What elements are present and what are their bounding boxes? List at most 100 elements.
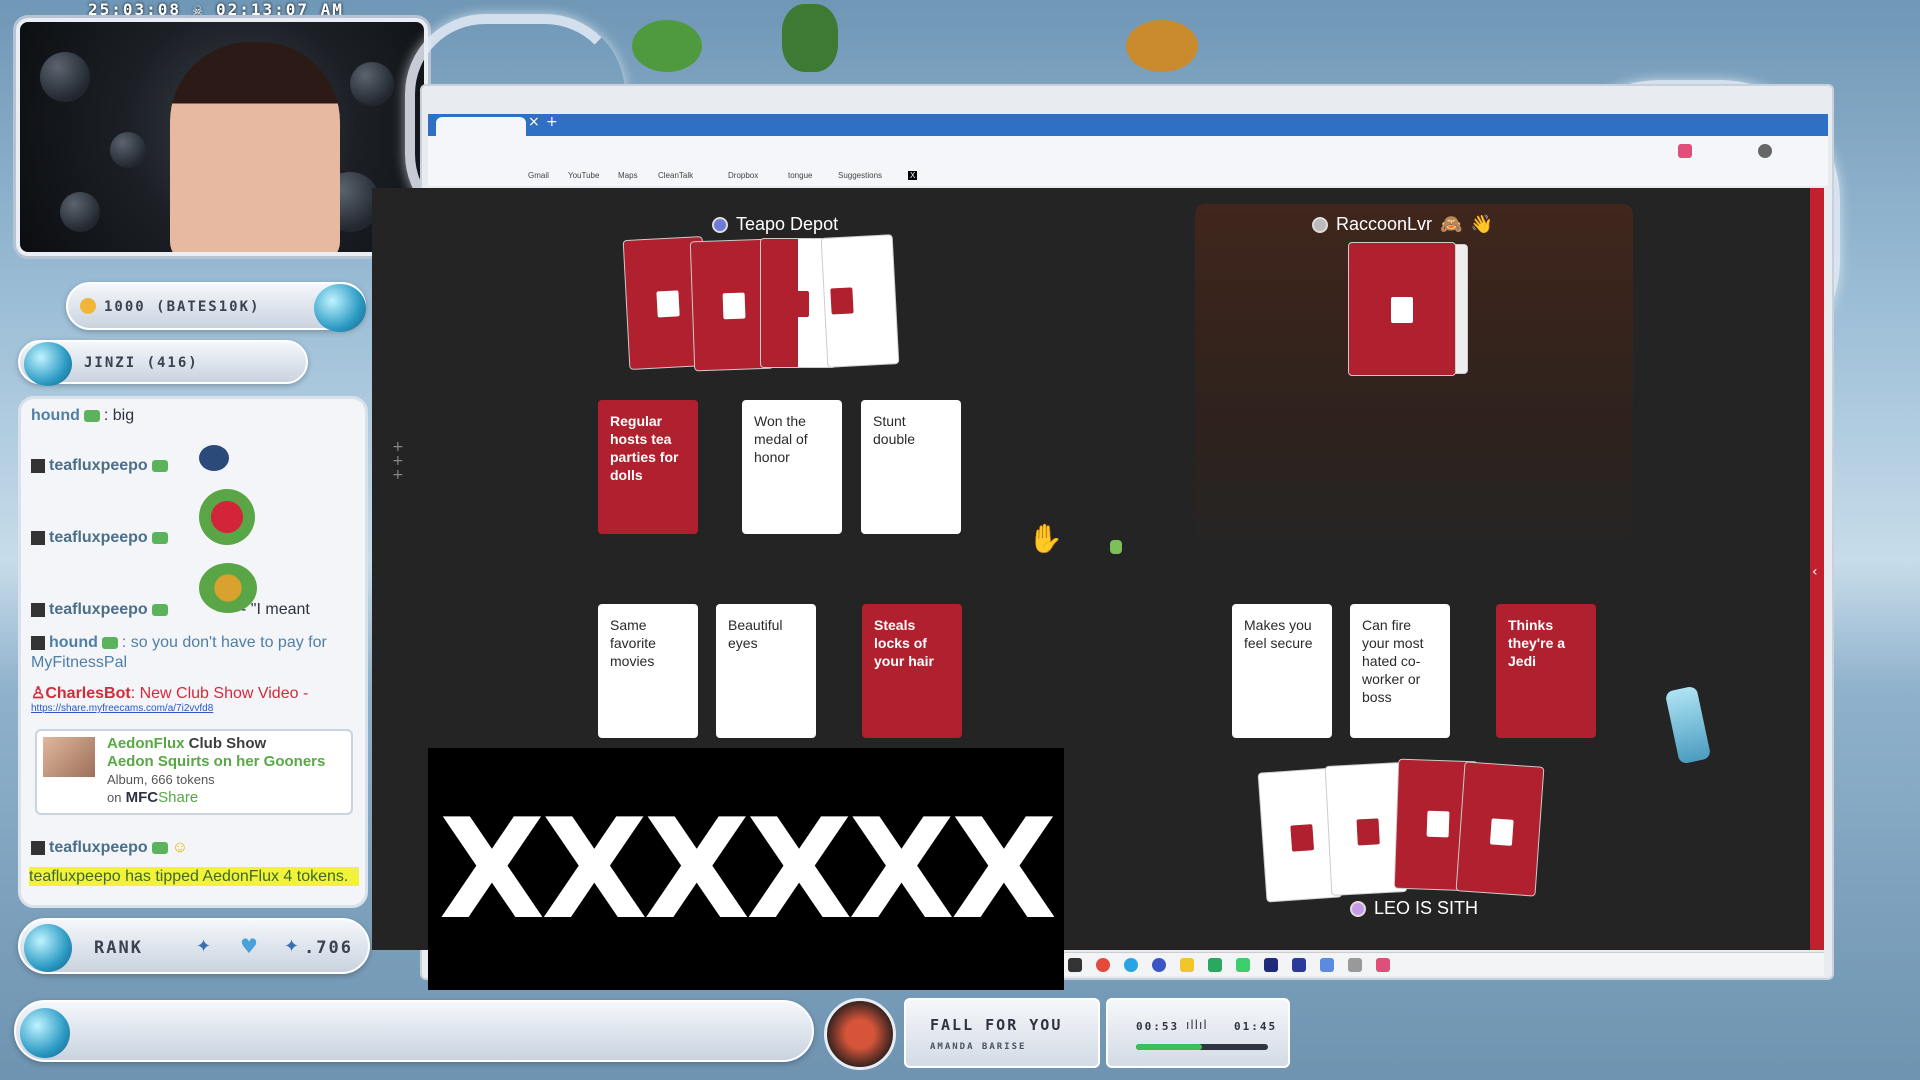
- obs-icon[interactable]: [1152, 958, 1166, 972]
- bookmark-suggestions[interactable]: Suggestions: [838, 171, 882, 180]
- hand-cursor-icon: ✋: [1028, 522, 1063, 555]
- badge-icon: [151, 841, 168, 854]
- spotify-icon[interactable]: [1208, 958, 1222, 972]
- avatar-icon: [31, 840, 45, 855]
- new-tab-icon[interactable]: +: [546, 114, 558, 130]
- playback-panel: 00:53 ıllıl 01:45: [1106, 998, 1290, 1068]
- answer-card[interactable]: Makes you feel secure: [1232, 604, 1332, 738]
- answer-card[interactable]: Won the medal of honor: [742, 400, 842, 534]
- equalizer-icon: ıllıl: [1186, 1018, 1208, 1032]
- answer-card[interactable]: Steals locks of your hair: [862, 604, 962, 738]
- app-icon[interactable]: [1180, 958, 1194, 972]
- hand-card: [820, 234, 900, 368]
- bookmark-dropbox[interactable]: Dropbox: [728, 171, 758, 180]
- badge-icon: [83, 409, 100, 422]
- bookmark-cleantalk[interactable]: CleanTalk: [658, 171, 693, 180]
- bottom-ticker-bar: [14, 1000, 814, 1062]
- frog-police-emote-icon: [782, 4, 838, 72]
- gem-icon: [314, 284, 366, 332]
- bookmark-gmail[interactable]: Gmail: [528, 171, 549, 180]
- club-show-label: Club Show: [188, 735, 267, 752]
- app-icon[interactable]: [1236, 958, 1250, 972]
- webcam-feed: [16, 18, 428, 256]
- chat-panel: hound: big teafluxpeepo teafluxpeepo tea…: [18, 396, 368, 908]
- bot-icon: ♙: [31, 685, 46, 702]
- bookmark-maps[interactable]: Maps: [618, 171, 638, 180]
- chevron-left-icon[interactable]: ‹: [1812, 564, 1818, 580]
- skype-icon[interactable]: [1124, 958, 1138, 972]
- chat-message: teafluxpeepo ☺: [31, 839, 188, 857]
- chat-message: teafluxpeepo: [31, 457, 172, 475]
- player-status-dot: [1312, 216, 1328, 233]
- answer-card[interactable]: Beautiful eyes: [716, 604, 816, 738]
- heart-frog-emote-icon: [199, 489, 255, 545]
- song-artist: AMANDA BARISE: [930, 1042, 1027, 1052]
- answer-card[interactable]: Stunt double: [861, 400, 961, 534]
- chrome-icon[interactable]: [1096, 958, 1110, 972]
- answer-card[interactable]: Thinks they're a Jedi: [1496, 604, 1596, 738]
- chat-message: ♙CharlesBot: New Club Show Video -: [31, 685, 309, 702]
- wave-emoji-icon: 👋: [1470, 214, 1493, 234]
- chat-link[interactable]: https://share.myfreecams.com/a/7i2vvfd8: [31, 703, 213, 714]
- hand-card: [1455, 761, 1545, 897]
- emote-icon: [199, 445, 229, 471]
- badge-icon: [151, 459, 168, 472]
- mfc-logo-text: MFC: [125, 789, 159, 806]
- stream-timestamp: 25:03:08 ☠ 02:13:07 AM: [88, 0, 344, 19]
- badge-icon: [151, 531, 168, 544]
- player-cursor-icon: [1110, 540, 1122, 554]
- media-encoder-icon[interactable]: [1292, 958, 1306, 972]
- coin-icon: [80, 298, 96, 314]
- streamer-silhouette: [170, 42, 340, 252]
- app-icon[interactable]: [1376, 958, 1390, 972]
- crown-frog-emote-icon: [199, 563, 257, 613]
- heart-icon: ♥: [240, 934, 258, 958]
- answer-card[interactable]: Same favorite movies: [598, 604, 698, 738]
- answer-card[interactable]: Regular hosts tea parties for dolls: [598, 400, 698, 534]
- sparkle-icon: ✦: [196, 936, 212, 957]
- avatar-icon: [31, 602, 45, 617]
- chat-message: teafluxpeepo: [31, 529, 172, 547]
- premiere-icon[interactable]: [1264, 958, 1278, 972]
- answer-card[interactable]: Can fire your most hated co-worker or bo…: [1350, 604, 1450, 738]
- rank-value: .706: [304, 938, 353, 958]
- progress-track[interactable]: [1136, 1044, 1268, 1050]
- club-show-user: AedonFlux: [107, 735, 185, 752]
- hand-card: [1348, 242, 1456, 376]
- os-taskbar: [1064, 952, 1824, 976]
- profile-avatar[interactable]: [1758, 144, 1772, 158]
- expand-icon[interactable]: + + +: [392, 440, 404, 482]
- total-time: 01:45: [1234, 1020, 1278, 1033]
- browser-tab-bar: × +: [428, 114, 1828, 136]
- smile-emote-icon: ☺: [171, 839, 189, 856]
- player2-hand: [1348, 242, 1478, 378]
- player3-hand: [1257, 756, 1572, 906]
- rank-label: RANK: [94, 938, 143, 958]
- extension-icon[interactable]: [1678, 144, 1692, 158]
- club-show-card[interactable]: AedonFlux Club Show Aedon Squirts on her…: [35, 729, 353, 815]
- frog-cat-emote-icon: [1126, 20, 1198, 72]
- player-label-leo-is-sith: LEO IS SITH: [1350, 898, 1478, 919]
- address-bar[interactable]: [428, 136, 1828, 166]
- app-icon[interactable]: [1068, 958, 1082, 972]
- bookmark-tongue[interactable]: tongue: [788, 171, 812, 180]
- app-icon[interactable]: [1320, 958, 1334, 972]
- bookmark-youtube[interactable]: YouTube: [568, 171, 599, 180]
- gem-icon: [24, 342, 72, 386]
- goal-bar: 1000 (BATES10K): [66, 282, 366, 332]
- chat-message: hound: big: [31, 407, 135, 424]
- goal-text: 1000 (BATES10K): [104, 299, 261, 315]
- top-viewer-bar: JINZI (416): [18, 340, 308, 386]
- rank-bar: RANK ✦ ♥ ✦ .706: [18, 918, 370, 974]
- avatar-icon: [31, 530, 45, 545]
- club-show-on: on: [107, 790, 122, 805]
- app-icon[interactable]: [1348, 958, 1362, 972]
- now-playing-panel: FALL FOR YOU AMANDA BARISE: [904, 998, 1100, 1068]
- badge-icon: [151, 603, 168, 616]
- browser-tab[interactable]: [436, 117, 526, 136]
- club-show-title: Aedon Squirts on her Gooners: [107, 753, 326, 770]
- bookmark-x[interactable]: X: [908, 171, 918, 180]
- close-icon[interactable]: ×: [528, 114, 540, 130]
- song-title: FALL FOR YOU: [930, 1016, 1063, 1034]
- avatar-icon: [31, 635, 45, 650]
